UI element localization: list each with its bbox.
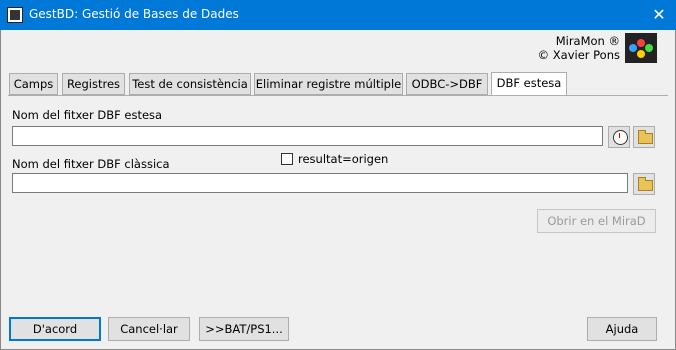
- result-origin-checkbox[interactable]: [281, 153, 293, 165]
- clock-icon: [613, 130, 628, 145]
- tab-panel-border: [8, 95, 668, 96]
- tab-odbc-dbf[interactable]: ODBC->DBF: [406, 73, 488, 95]
- browse-classic-button[interactable]: [633, 173, 655, 195]
- cancel-button[interactable]: Cancel·lar: [108, 317, 190, 341]
- brand-author: © Xavier Pons: [537, 48, 620, 62]
- tab-dbf-estesa[interactable]: DBF estesa: [491, 72, 567, 96]
- open-mirad-button[interactable]: Obrir en el MiraD: [537, 209, 656, 233]
- miramon-logo-icon: [625, 33, 657, 63]
- folder-icon: [638, 177, 653, 191]
- app-icon: [7, 7, 23, 23]
- window-title: GestBD: Gestió de Bases de Dades: [29, 7, 239, 21]
- result-origin-label: resultat=origen: [298, 152, 389, 166]
- ok-button[interactable]: D'acord: [9, 317, 101, 341]
- classic-file-input[interactable]: [12, 173, 628, 193]
- tab-camps[interactable]: Camps: [9, 73, 58, 95]
- brand-name: MiraMon ®: [555, 34, 620, 48]
- bat-ps1-button[interactable]: >>BAT/PS1...: [199, 317, 289, 341]
- extended-file-label: Nom del fitxer DBF estesa: [12, 108, 163, 122]
- tab-eliminar-registre[interactable]: Eliminar registre múltiple: [254, 73, 403, 95]
- tab-registres[interactable]: Registres: [62, 73, 125, 95]
- close-button[interactable]: ✕: [646, 4, 672, 26]
- classic-file-label: Nom del fitxer DBF clàssica: [12, 157, 170, 171]
- folder-icon: [638, 130, 653, 144]
- tab-test-consistencia[interactable]: Test de consistència: [129, 73, 251, 95]
- title-bar: GestBD: Gestió de Bases de Dades ✕: [0, 0, 676, 30]
- browse-extended-button[interactable]: [633, 126, 655, 148]
- extended-file-input[interactable]: [12, 126, 603, 146]
- help-button[interactable]: Ajuda: [587, 317, 657, 341]
- brand-text: MiraMon ® © Xavier Pons: [530, 34, 620, 62]
- recent-files-button[interactable]: [608, 126, 630, 148]
